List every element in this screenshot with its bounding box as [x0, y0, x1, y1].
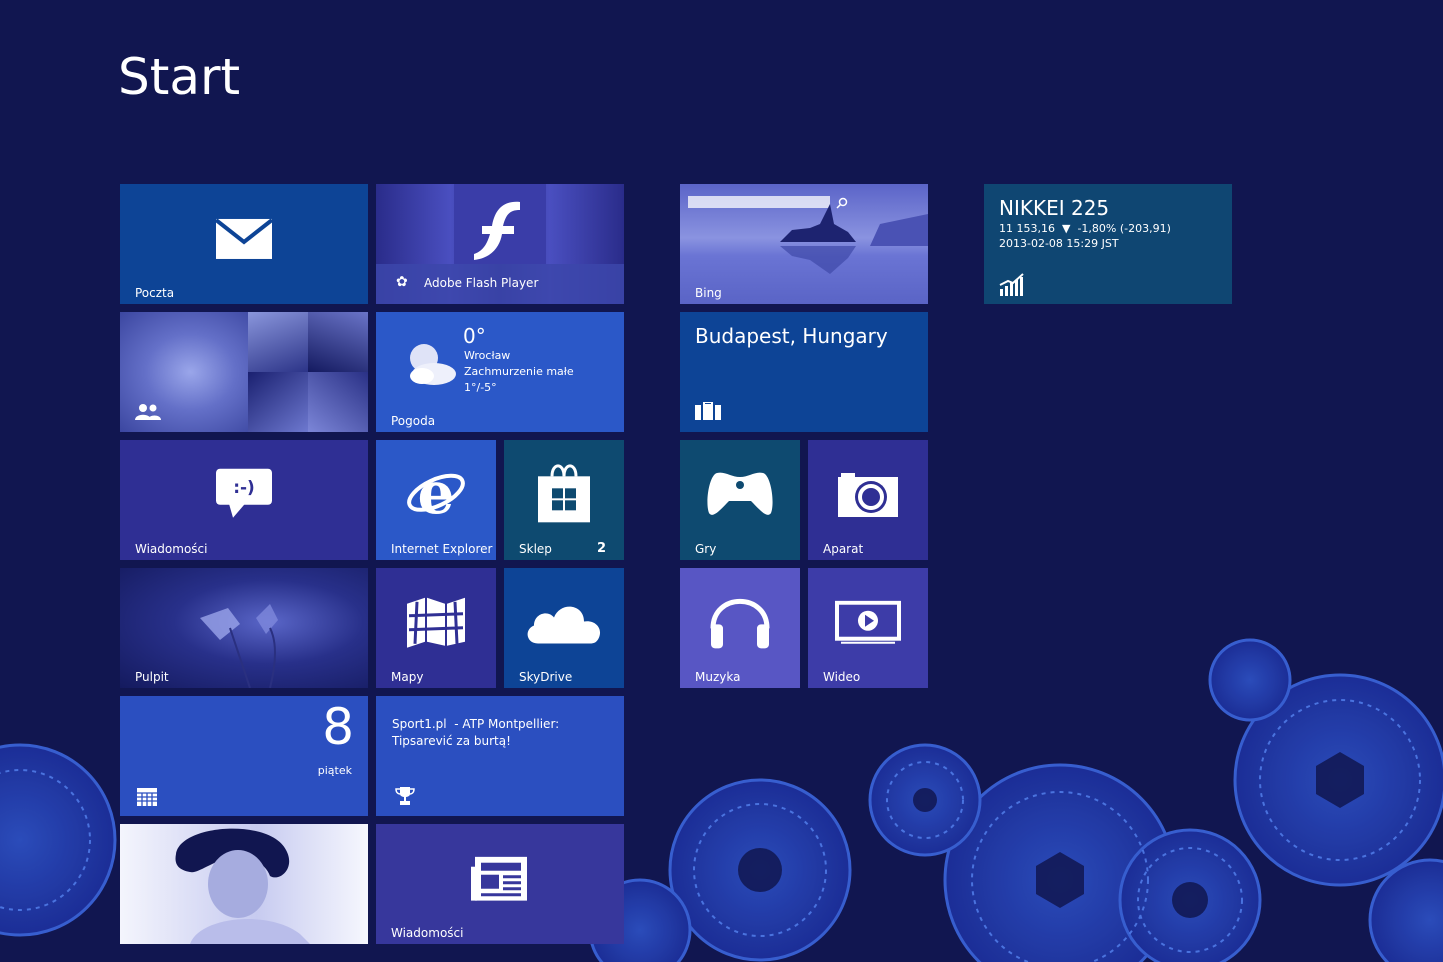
finance-line2: 2013-02-08 15:29 JST	[999, 237, 1119, 250]
camera-icon	[838, 473, 898, 517]
tile-camera-label: Aparat	[823, 542, 864, 556]
finance-title: NIKKEI 225	[999, 196, 1110, 220]
tile-desktop[interactable]: Pulpit	[120, 568, 368, 688]
down-arrow-icon: ▼	[1058, 222, 1074, 235]
people-icon	[135, 404, 161, 420]
tile-maps-label: Mapy	[391, 670, 424, 684]
tile-calendar[interactable]: 8 piątek	[120, 696, 368, 816]
store-badge: 2	[596, 541, 606, 556]
tile-music-label: Muzyka	[695, 670, 741, 684]
play-icon	[835, 600, 901, 644]
store-bag-icon	[538, 464, 590, 523]
ie-icon: e	[407, 463, 465, 523]
tile-skydrive[interactable]: SkyDrive	[504, 568, 624, 688]
weather-condition: Zachmurzenie małe	[464, 365, 574, 378]
tile-store-label: Sklep	[519, 542, 552, 556]
flash-icon	[474, 201, 520, 260]
tile-photos[interactable]	[120, 824, 368, 944]
tile-camera[interactable]: Aparat	[808, 440, 928, 560]
people-photo-5	[308, 372, 368, 432]
cloud-sun-icon	[410, 344, 456, 385]
weather-temp: 0°	[463, 324, 486, 348]
finance-line1: 11 153,16 ▼ -1,80% (-203,91)	[999, 222, 1171, 235]
tile-desktop-label: Pulpit	[135, 670, 169, 684]
tile-video-label: Wideo	[823, 670, 861, 684]
tile-games-label: Gry	[695, 542, 717, 556]
travel-title: Budapest, Hungary	[695, 324, 888, 348]
tile-flash[interactable]: ✿ Adobe Flash Player	[376, 184, 624, 304]
finance-value: 11 153,16	[999, 222, 1055, 235]
tile-games[interactable]: Gry	[680, 440, 800, 560]
flash-small-icon: ✿	[396, 274, 408, 290]
svg-text:e: e	[418, 463, 455, 523]
chart-icon	[999, 273, 1024, 296]
tile-bing[interactable]: Bing	[680, 184, 928, 304]
tile-skydrive-label: SkyDrive	[519, 670, 573, 684]
tile-ie-label: Internet Explorer	[391, 542, 493, 556]
portrait-photo	[175, 828, 310, 944]
people-photo-4	[248, 372, 308, 432]
tile-mail-label: Poczta	[135, 286, 175, 300]
tile-weather-label: Pogoda	[391, 414, 436, 428]
tile-flash-label: Adobe Flash Player	[424, 276, 539, 290]
tile-mail[interactable]: Poczta	[120, 184, 368, 304]
headphones-icon	[710, 598, 770, 649]
messaging-emoticon: :-)	[233, 478, 255, 498]
tile-maps[interactable]: Mapy	[376, 568, 496, 688]
map-icon	[407, 597, 465, 648]
tile-people[interactable]	[120, 312, 368, 432]
tile-travel[interactable]: Budapest, Hungary	[680, 312, 928, 432]
tile-news-label: Wiadomości	[391, 926, 464, 940]
calendar-day-name: piątek	[317, 764, 352, 777]
tile-news[interactable]: Wiadomości	[376, 824, 624, 944]
finance-change: -1,80% (-203,91)	[1077, 222, 1171, 235]
weather-range: 1°/-5°	[464, 381, 497, 394]
mail-icon	[215, 218, 273, 259]
trophy-icon	[395, 787, 415, 805]
people-photo-3	[308, 312, 368, 372]
gamepad-icon	[707, 472, 773, 515]
chat-bubble-icon: :-)	[216, 468, 272, 518]
page-title: Start	[118, 48, 241, 106]
tile-bing-label: Bing	[695, 286, 722, 300]
cloud-icon	[527, 606, 601, 644]
suitcase-icon	[695, 402, 721, 420]
tile-video[interactable]: Wideo	[808, 568, 928, 688]
tile-music[interactable]: Muzyka	[680, 568, 800, 688]
tile-sport[interactable]: Sport1.pl - ATP Montpellier: Tipsarević …	[376, 696, 624, 816]
calendar-day-number: 8	[322, 698, 354, 756]
tile-store[interactable]: Sklep 2	[504, 440, 624, 560]
newspaper-icon	[471, 856, 527, 901]
tile-ie[interactable]: e Internet Explorer	[376, 440, 496, 560]
calendar-icon	[137, 788, 157, 806]
tile-finance[interactable]: NIKKEI 225 11 153,16 ▼ -1,80% (-203,91) …	[984, 184, 1232, 304]
people-photo-2	[248, 312, 308, 372]
sport-headline: Sport1.pl - ATP Montpellier: Tipsarević …	[392, 717, 564, 748]
tile-weather[interactable]: 0° Wrocław Zachmurzenie małe 1°/-5° Pogo…	[376, 312, 624, 432]
tile-messaging-label: Wiadomości	[135, 542, 208, 556]
tile-messaging[interactable]: :-) Wiadomości	[120, 440, 368, 560]
weather-city: Wrocław	[464, 349, 511, 362]
